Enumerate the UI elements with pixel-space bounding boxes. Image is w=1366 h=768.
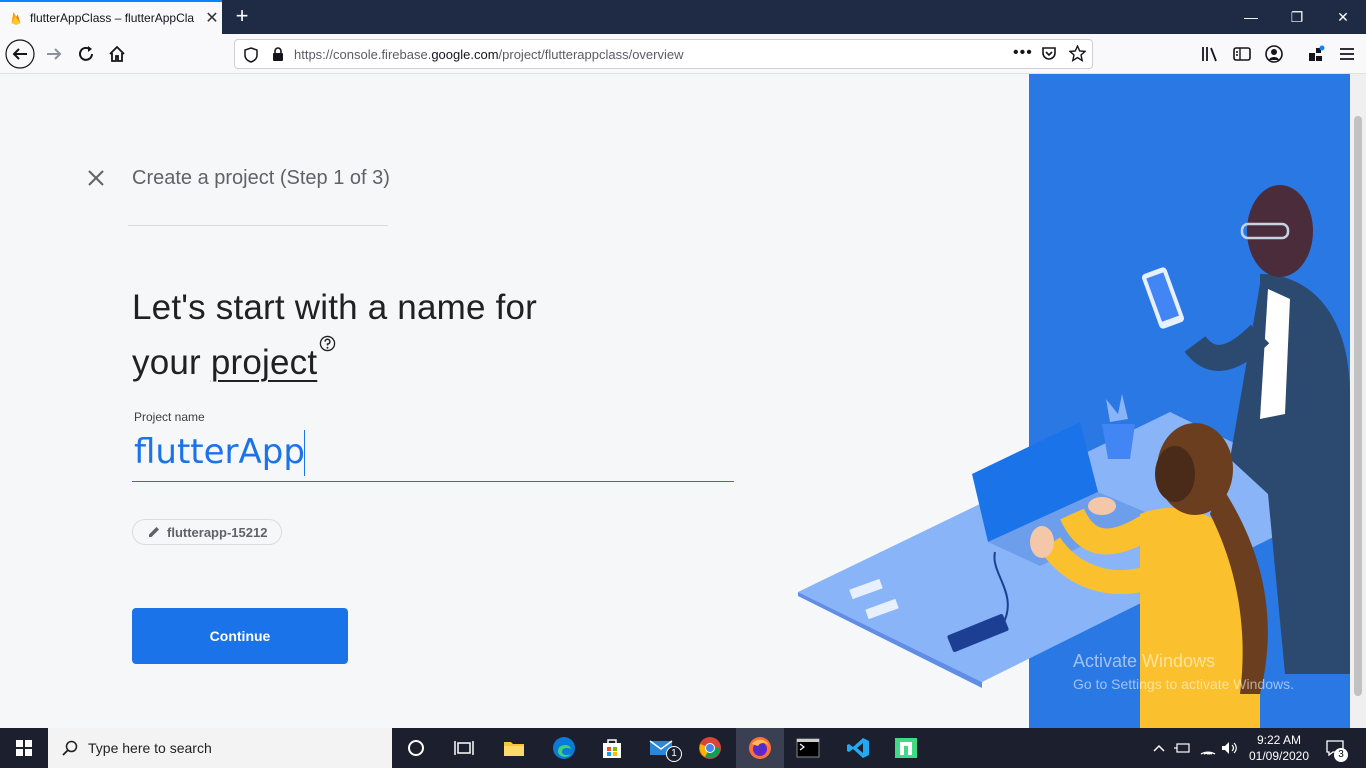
step-title: Create a project (Step 1 of 3) <box>132 167 390 189</box>
woman-hand-2 <box>1088 497 1116 515</box>
page-actions-icon[interactable]: ••• <box>1013 44 1033 62</box>
pocket-icon[interactable] <box>1041 46 1057 62</box>
firefox-icon[interactable] <box>736 728 784 768</box>
new-tab-button[interactable]: + <box>230 4 254 28</box>
tray-overflow-icon[interactable] <box>1150 728 1168 768</box>
page-heading: Let's start with a name for your project <box>132 280 612 390</box>
extensions-icon[interactable] <box>1306 44 1326 64</box>
minimize-button[interactable]: — <box>1228 0 1274 34</box>
page-scrollbar[interactable] <box>1350 74 1366 728</box>
back-button[interactable] <box>4 38 36 70</box>
close-dialog-icon[interactable] <box>84 166 108 190</box>
clock-date: 01/09/2020 <box>1248 749 1310 763</box>
mail-icon[interactable]: 1 <box>638 728 686 768</box>
start-button[interactable] <box>0 728 48 768</box>
bookmark-star-icon[interactable] <box>1069 45 1086 62</box>
windows-taskbar: Type here to search 1 9:22 AM 01/09/2020… <box>0 728 1366 768</box>
reload-icon <box>79 46 93 61</box>
menu-icon[interactable] <box>1337 44 1357 64</box>
address-bar[interactable]: https://console.firebase.google.com/proj… <box>234 39 1093 69</box>
pencil-icon <box>149 527 159 537</box>
browser-titlebar: flutterAppClass – flutterAppCla ✕ + — ❐ … <box>0 0 1366 34</box>
vscode-icon[interactable] <box>834 728 882 768</box>
activate-windows-watermark: Activate Windows Go to Settings to activ… <box>1073 651 1294 692</box>
woman-hand <box>1030 526 1054 558</box>
continue-button[interactable]: Continue <box>132 608 348 664</box>
project-id-chip[interactable]: flutterapp-15212 <box>132 519 283 545</box>
search-placeholder: Type here to search <box>88 740 212 756</box>
url-domain: google.com <box>431 47 499 62</box>
chrome-icon[interactable] <box>686 728 734 768</box>
firebase-icon <box>11 11 21 25</box>
shield-icon[interactable] <box>244 47 258 63</box>
woman-face <box>1155 446 1195 502</box>
scrollbar-thumb[interactable] <box>1354 116 1362 696</box>
mail-badge: 1 <box>666 746 682 762</box>
terminal-icon[interactable] <box>784 728 832 768</box>
browser-tab[interactable]: flutterAppClass – flutterAppCla ✕ <box>0 0 222 34</box>
reload-button[interactable] <box>70 38 102 70</box>
heading-line-1: Let's start with a name for <box>132 288 538 327</box>
taskbar-search[interactable]: Type here to search <box>48 728 392 768</box>
project-name-label: Project name <box>134 410 205 424</box>
window-close-button[interactable]: ✕ <box>1320 0 1366 34</box>
wifi-icon[interactable] <box>1198 728 1218 768</box>
project-name-value: flutterApp <box>134 432 305 472</box>
url-prefix: https://console.firebase. <box>294 47 432 62</box>
battery-icon[interactable] <box>1172 728 1192 768</box>
tab-title: flutterAppClass – flutterAppCla <box>30 11 195 25</box>
account-icon[interactable] <box>1264 44 1284 64</box>
volume-icon[interactable] <box>1220 728 1240 768</box>
man-head <box>1247 185 1313 277</box>
library-icon[interactable] <box>1200 44 1220 64</box>
heading-text: your <box>132 343 211 382</box>
android-studio-icon[interactable] <box>882 728 930 768</box>
taskbar-clock[interactable]: 9:22 AM 01/09/2020 <box>1242 732 1316 764</box>
lock-icon[interactable] <box>272 47 284 62</box>
edge-icon[interactable] <box>540 728 588 768</box>
watermark-line-1: Activate Windows <box>1073 651 1216 671</box>
header-divider <box>128 225 388 226</box>
project-id-text: flutterapp-15212 <box>167 524 268 540</box>
url-path: /project/flutterappclass/overview <box>498 47 684 62</box>
url-text[interactable]: https://console.firebase.google.com/proj… <box>294 47 684 62</box>
notification-count: 3 <box>1334 748 1348 762</box>
forward-button[interactable] <box>38 38 70 70</box>
store-icon[interactable] <box>588 728 636 768</box>
restore-button[interactable]: ❐ <box>1274 0 1320 34</box>
forward-arrow-icon <box>47 48 62 60</box>
notification-center-icon[interactable]: 3 <box>1320 728 1350 768</box>
tab-close-icon[interactable]: ✕ <box>202 8 222 28</box>
firebase-create-project-page: Create a project (Step 1 of 3) Let's sta… <box>0 74 1350 728</box>
help-icon[interactable] <box>319 335 336 352</box>
project-help-link[interactable]: project <box>211 343 317 382</box>
browser-navbar: https://console.firebase.google.com/proj… <box>0 34 1366 74</box>
heading-line-2: your project <box>132 335 612 390</box>
windows-icon <box>16 740 32 756</box>
home-icon <box>109 45 125 62</box>
illustration <box>798 74 1350 728</box>
file-explorer-icon[interactable] <box>490 728 538 768</box>
clock-time: 9:22 AM <box>1256 733 1302 747</box>
search-icon <box>62 740 78 756</box>
home-button[interactable] <box>101 38 133 70</box>
sidebar-icon[interactable] <box>1232 44 1252 64</box>
back-arrow-icon <box>5 39 35 69</box>
watermark-line-2: Go to Settings to activate Windows. <box>1073 676 1294 692</box>
text-caret <box>304 430 305 476</box>
task-view-icon[interactable] <box>440 728 488 768</box>
cortana-icon[interactable] <box>392 728 440 768</box>
